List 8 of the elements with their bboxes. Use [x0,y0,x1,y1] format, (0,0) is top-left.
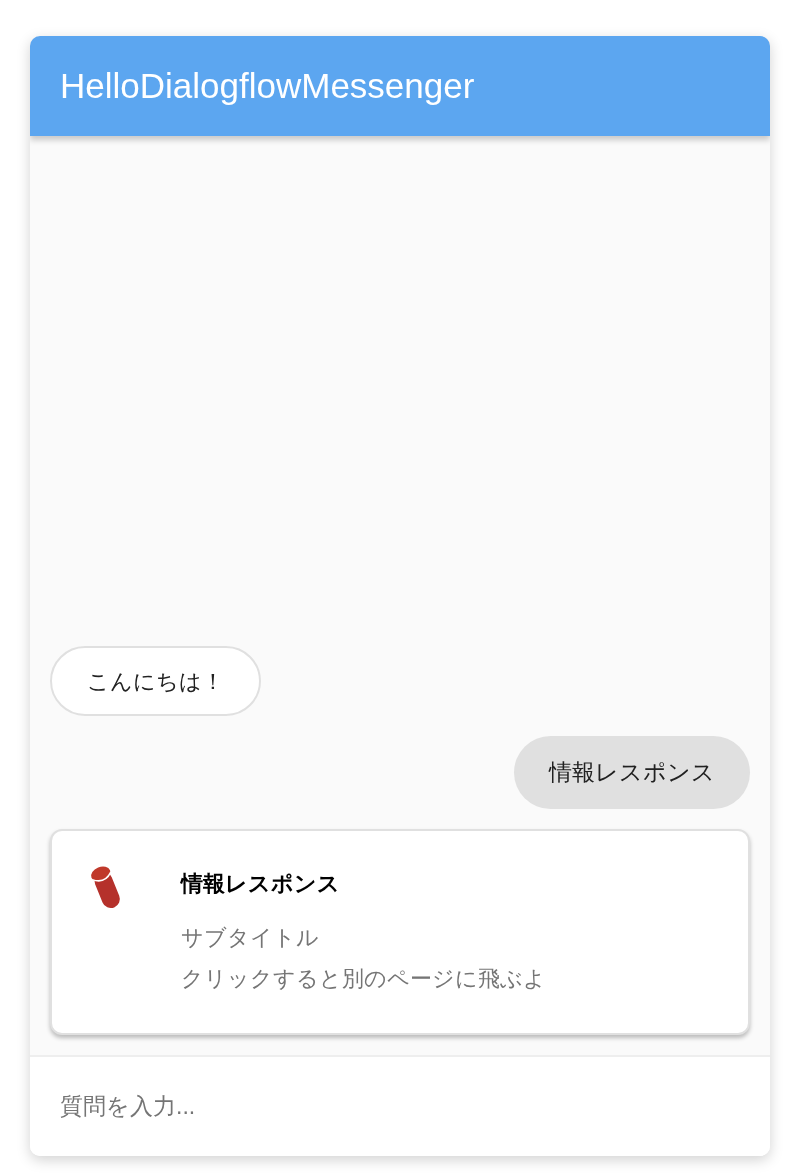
card-description: クリックすると別のページに飛ぶよ [181,965,546,993]
window-title: HelloDialogflowMessenger [60,64,475,107]
card-subtitle: サブタイトル [181,924,320,952]
card-title: 情報レスポンス [181,870,341,898]
user-message-bubble: 情報レスポンス [514,736,750,809]
bot-message-bubble: こんにちは！ [50,646,261,716]
question-input[interactable]: 質問を入力... [60,1081,740,1132]
info-card[interactable]: 情報レスポンス サブタイトル クリックすると別のページに飛ぶよ [50,829,750,1035]
